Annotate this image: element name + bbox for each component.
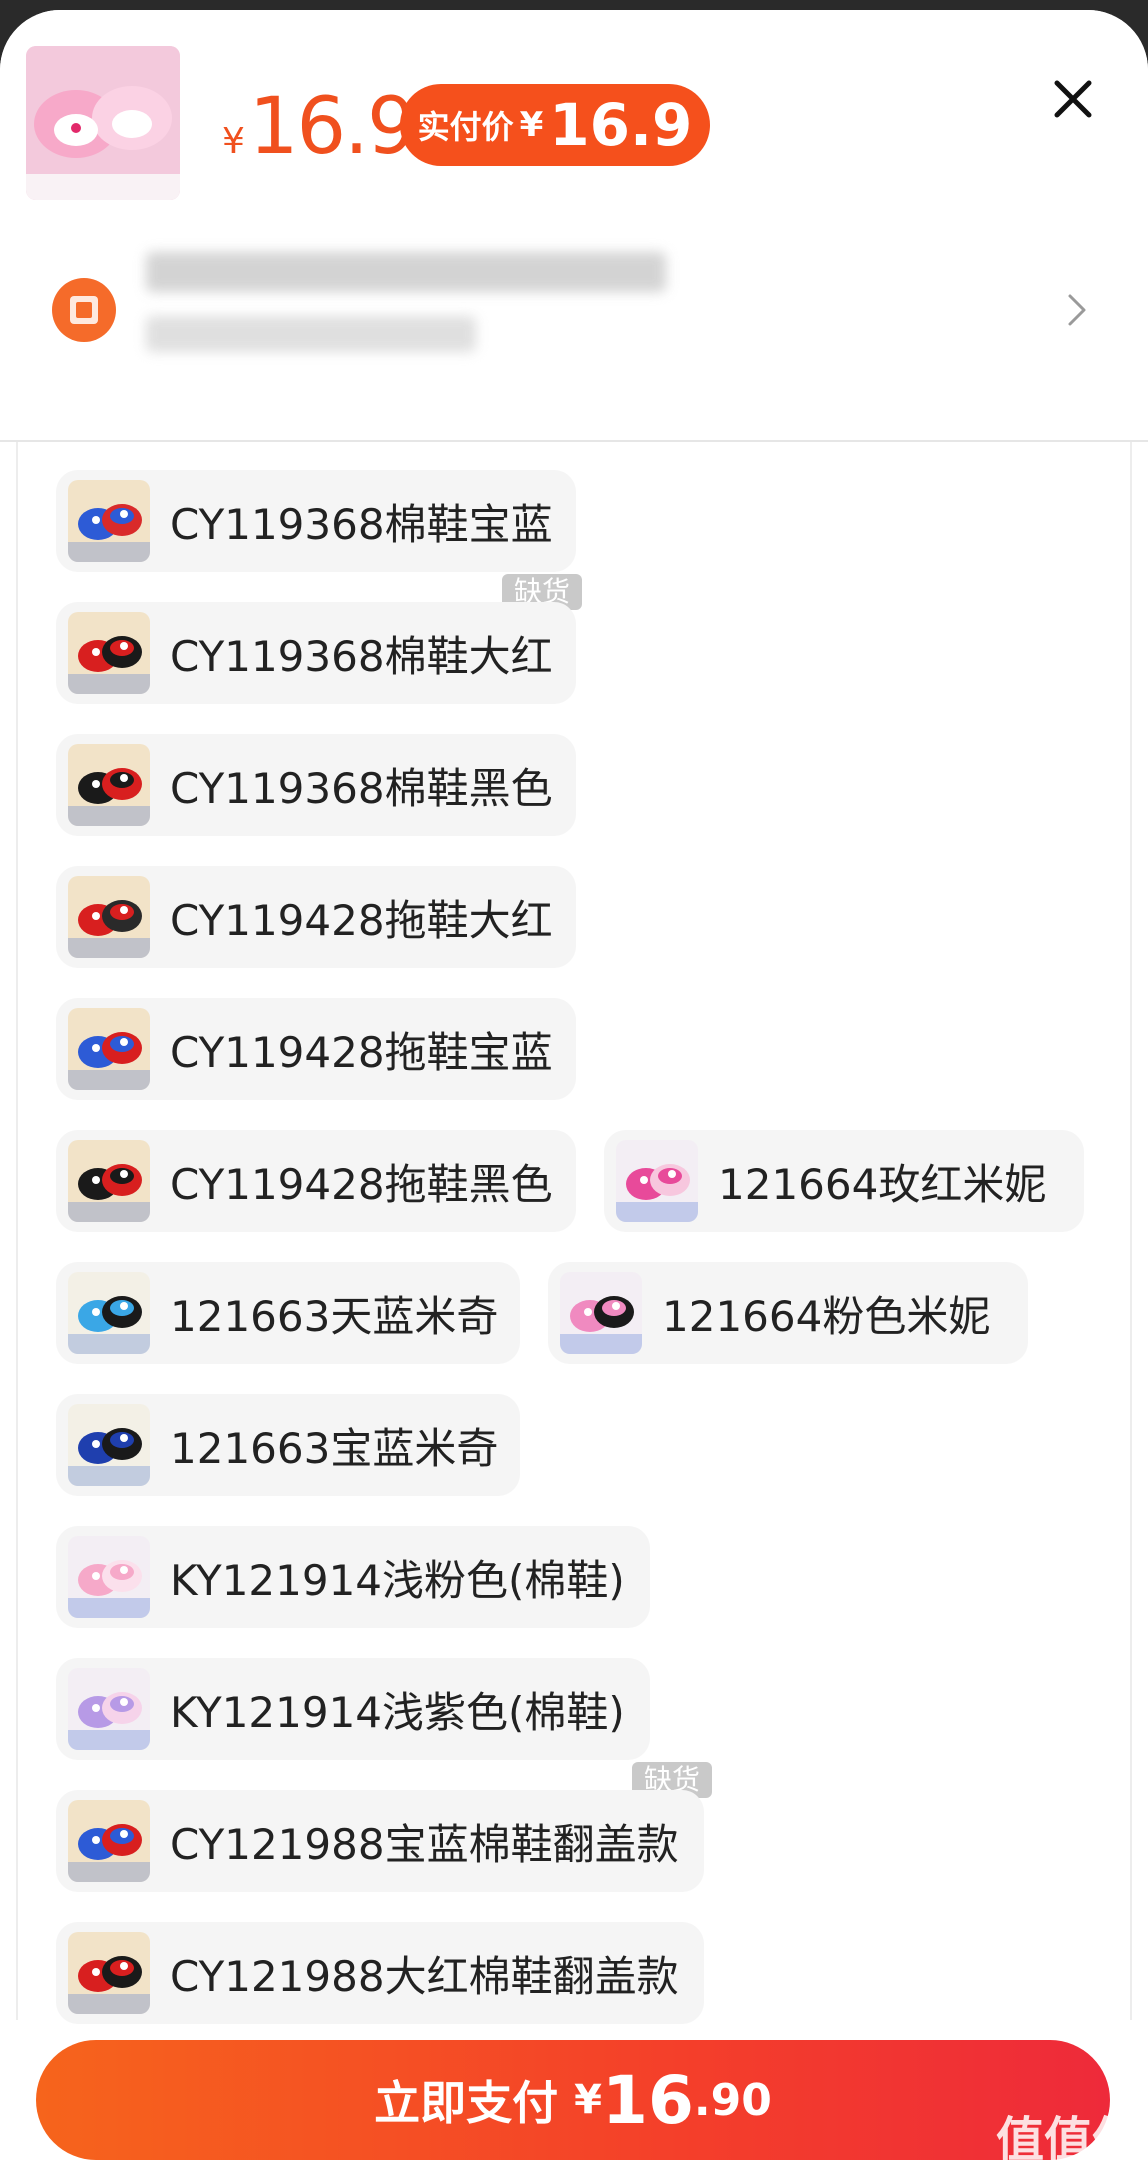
sku-thumbnail — [68, 480, 150, 562]
sku-option[interactable]: 121664粉色米妮 — [548, 1262, 1028, 1364]
sku-label: CY119428拖鞋黑色 — [170, 1159, 553, 1209]
sku-option[interactable]: CY119368棉鞋大红 — [56, 602, 576, 704]
sku-selector-sheet: ¥ 16.9 实付价 ¥ 16.9 CY119368棉鞋宝蓝 缺货 CY1193… — [0, 10, 1148, 2178]
sku-thumbnail — [68, 1536, 150, 1618]
sku-option[interactable]: CY119368棉鞋宝蓝 — [56, 470, 576, 572]
sku-label: CY119428拖鞋大红 — [170, 895, 553, 945]
sku-option-list: CY119368棉鞋宝蓝 缺货 CY119368棉鞋大红 CY119368棉鞋黑… — [16, 442, 1132, 2024]
sku-thumbnail — [68, 1008, 150, 1090]
sku-option[interactable]: KY121914浅粉色(棉鞋) — [56, 1526, 650, 1628]
sku-thumbnail — [68, 744, 150, 826]
sku-label: 121664粉色米妮 — [662, 1291, 991, 1341]
paid-price-label: 实付价 — [417, 108, 514, 146]
sku-option[interactable]: CY119428拖鞋黑色 — [56, 1130, 576, 1232]
sku-option[interactable]: 121664玫红米妮 — [604, 1130, 1084, 1232]
price-value: 16.9 — [248, 82, 417, 172]
sku-label: CY119368棉鞋黑色 — [170, 763, 553, 813]
price-currency: ¥ — [222, 121, 245, 162]
sku-thumbnail — [616, 1140, 698, 1222]
sku-thumbnail — [68, 1668, 150, 1750]
sku-label: CY119368棉鞋大红 — [170, 631, 553, 681]
sku-thumbnail — [68, 1800, 150, 1882]
location-icon — [52, 278, 116, 342]
sku-option[interactable]: CY119428拖鞋宝蓝 — [56, 998, 576, 1100]
chevron-right-icon — [1068, 294, 1086, 326]
sku-option[interactable]: 121663宝蓝米奇 — [56, 1394, 520, 1496]
sku-thumbnail — [68, 1140, 150, 1222]
sku-label: CY119368棉鞋宝蓝 — [170, 499, 553, 549]
address-line-2-redacted — [146, 316, 476, 352]
address-selector[interactable] — [0, 230, 1148, 390]
sku-thumbnail — [68, 1932, 150, 2014]
sku-thumbnail — [68, 876, 150, 958]
sku-thumbnail — [68, 1404, 150, 1486]
price-display: ¥ 16.9 — [222, 82, 417, 172]
pay-currency: ¥ — [574, 2077, 603, 2123]
pay-now-label: 立即支付 — [374, 2076, 559, 2130]
watermark-subtext: zhizhizhi.com — [1018, 2164, 1141, 2178]
sku-option[interactable]: KY121914浅紫色(棉鞋) — [56, 1658, 650, 1760]
address-line-1-redacted — [146, 252, 666, 292]
pay-now-button[interactable]: 立即支付 ¥ 16 .90 — [36, 2040, 1110, 2160]
sku-label: 121663宝蓝米奇 — [170, 1423, 499, 1473]
product-thumbnail — [26, 46, 180, 200]
sku-label: KY121914浅紫色(棉鞋) — [170, 1687, 625, 1737]
sku-option[interactable]: CY121988大红棉鞋翻盖款 — [56, 1922, 704, 2024]
sku-option[interactable]: CY119428拖鞋大红 — [56, 866, 576, 968]
sku-option[interactable]: 121663天蓝米奇 — [56, 1262, 520, 1364]
pay-amount-decimal: .90 — [693, 2074, 772, 2126]
site-watermark: 值值值 zhizhizhi.com — [996, 2100, 1140, 2178]
sku-option[interactable]: CY121988宝蓝棉鞋翻盖款 — [56, 1790, 704, 1892]
sku-label: CY121988大红棉鞋翻盖款 — [170, 1951, 679, 2001]
sku-label: CY121988宝蓝棉鞋翻盖款 — [170, 1819, 679, 1869]
sheet-header: ¥ 16.9 实付价 ¥ 16.9 — [0, 10, 1148, 430]
sku-thumbnail — [68, 1272, 150, 1354]
sku-option[interactable]: CY119368棉鞋黑色 — [56, 734, 576, 836]
close-icon — [1054, 80, 1092, 118]
sku-thumbnail — [68, 612, 150, 694]
paid-price-pill: 实付价 ¥ 16.9 — [400, 84, 710, 166]
sku-label: 121663天蓝米奇 — [170, 1291, 499, 1341]
paid-price-currency: ¥ — [519, 105, 544, 145]
sku-label: 121664玫红米妮 — [718, 1159, 1047, 1209]
watermark-text: 值值值 — [996, 2112, 1141, 2168]
close-button[interactable] — [1048, 74, 1098, 124]
pay-amount-integer: 16 — [602, 2061, 694, 2139]
sku-label: KY121914浅粉色(棉鞋) — [170, 1555, 625, 1605]
paid-price-value: 16.9 — [549, 91, 693, 159]
sku-label: CY119428拖鞋宝蓝 — [170, 1027, 553, 1077]
sku-thumbnail — [560, 1272, 642, 1354]
